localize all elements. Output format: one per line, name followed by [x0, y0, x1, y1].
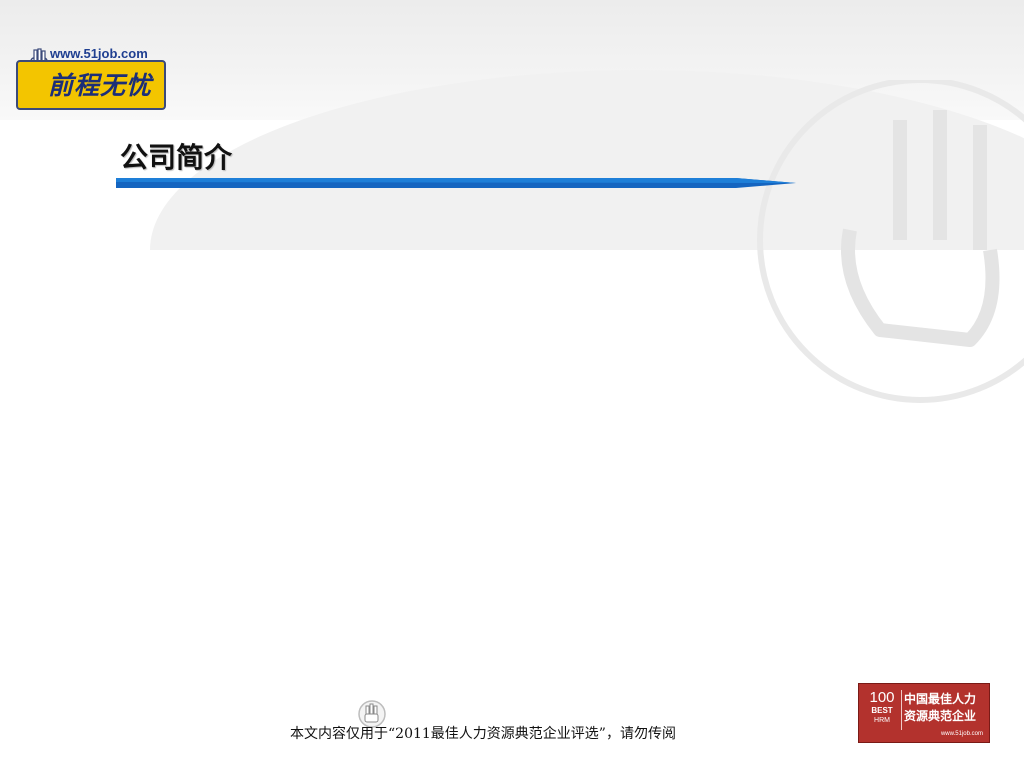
award-url: www.51job.com [940, 731, 983, 737]
logo-brand-text: 前程无忧 [47, 71, 152, 100]
hand-watermark-icon [757, 80, 1024, 403]
award-hrm: HRM [874, 717, 890, 724]
title-underline [116, 178, 796, 188]
footer-notice: 本文内容仅用于“2011最佳人力资源典范企业评选”，请勿传阅 [290, 726, 676, 742]
slide-title: 公司简介 [120, 141, 233, 174]
award-number-box: 100 BEST HRM [867, 690, 902, 730]
award-title-line-1: 中国最佳人力 [904, 692, 977, 706]
company-logo: www.51job.com 前程无忧 [16, 46, 168, 112]
award-best: BEST [871, 706, 893, 715]
award-badge: 100 BEST HRM 中国最佳人力 资源典范企业 www.51job.com [858, 683, 990, 743]
award-title-line-2: 资源典范企业 [904, 709, 977, 723]
slide: www.51job.com 前程无忧 公司简介 本文内容仅用于“2011最佳人力… [0, 0, 1024, 768]
award-number: 100 [869, 689, 895, 706]
